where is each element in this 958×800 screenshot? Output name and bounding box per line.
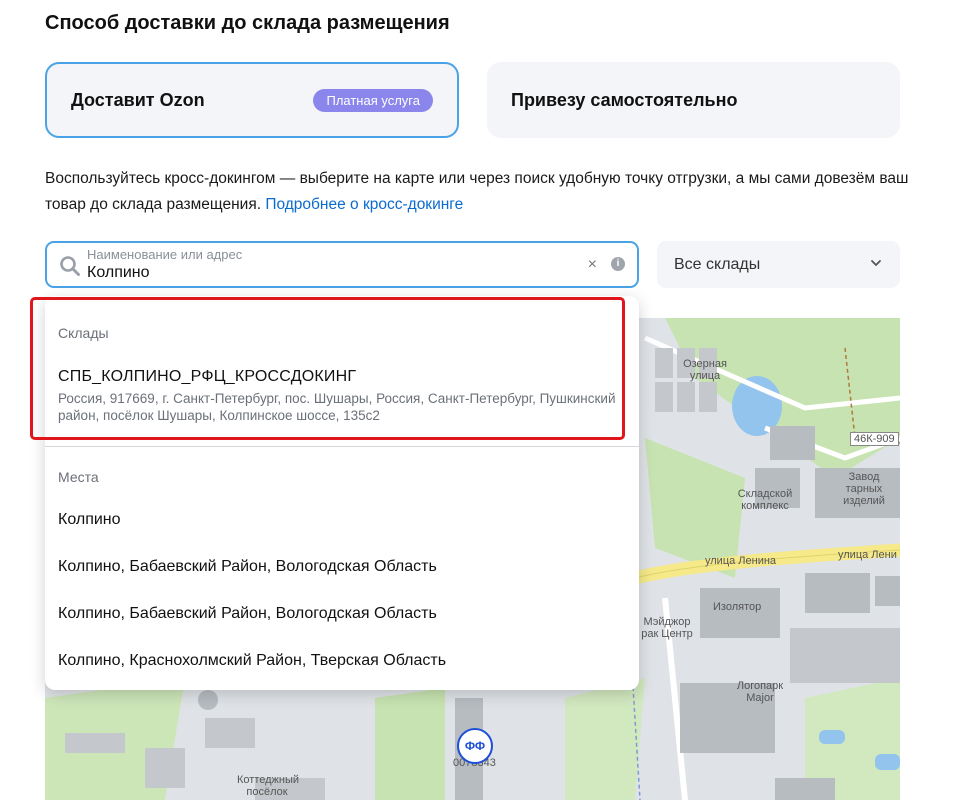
warehouse-filter-value: Все склады <box>674 255 761 273</box>
clear-icon[interactable]: × <box>588 256 597 274</box>
map-label-logopark: Логопарк Major <box>736 680 784 704</box>
place-result-item[interactable]: Колпино, Бабаевский Район, Вологодская О… <box>58 558 437 576</box>
section-title: Способ доставки до склада размещения <box>45 12 450 34</box>
delivery-option-ozon[interactable]: Доставит Ozon Платная услуга <box>45 62 459 138</box>
search-field[interactable]: Наименование или адрес × i <box>45 241 639 288</box>
map-label-lenina-street-2: улица Лени <box>838 549 897 561</box>
info-icon[interactable]: i <box>611 257 625 271</box>
place-result-item[interactable]: Колпино, Бабаевский Район, Вологодская О… <box>58 605 437 623</box>
warehouse-name: СПБ_КОЛПИНО_РФЦ_КРОССДОКИНГ <box>58 368 357 385</box>
search-icon <box>60 256 80 276</box>
search-placeholder-label: Наименование или адрес <box>87 247 243 262</box>
warehouse-filter-select[interactable]: Все склады <box>657 241 900 288</box>
delivery-option-self[interactable]: Привезу самостоятельно <box>487 62 900 138</box>
place-result-item[interactable]: Колпино <box>58 511 121 529</box>
map-label-road: 46К-909 <box>850 432 899 446</box>
chevron-down-icon <box>871 260 881 266</box>
warehouse-address: Россия, 917669, г. Санкт-Петербург, пос.… <box>58 391 616 423</box>
map-label-warehouse-complex: Складской комплекс <box>737 488 793 512</box>
paid-service-badge: Платная услуга <box>313 89 433 112</box>
map-label-izolator: Изолятор <box>713 601 762 613</box>
places-group-label: Места <box>58 469 99 485</box>
dropdown-divider <box>45 446 639 447</box>
delivery-option-ozon-label: Доставит Ozon <box>71 89 205 110</box>
map-label-mezhdor: Мэйджор рак Центр <box>641 616 693 640</box>
map-label-lenina-street-1: улица Ленина <box>705 555 777 567</box>
description-text: Воспользуйтесь кросс-докингом — выберите… <box>45 170 909 213</box>
place-result-item[interactable]: Колпино, Краснохолмский Район, Тверская … <box>58 652 446 670</box>
search-results-dropdown: Склады СПБ_КОЛПИНО_РФЦ_КРОССДОКИНГ Росси… <box>45 296 639 690</box>
fulfillment-marker[interactable]: ФФ <box>457 728 493 764</box>
map-label-lake-street: Озерная улица <box>683 358 727 382</box>
map-label-factory: Завод тарных изделий <box>843 471 885 507</box>
map-label-cottage: Коттеджный посёлок <box>237 774 300 798</box>
delivery-option-self-label: Привезу самостоятельно <box>511 89 738 110</box>
cross-docking-description: Воспользуйтесь кросс-докингом — выберите… <box>45 166 915 218</box>
cross-docking-link[interactable]: Подробнее о кросс-докинге <box>265 196 463 213</box>
search-input[interactable] <box>87 264 567 282</box>
warehouses-group-label: Склады <box>58 325 109 341</box>
